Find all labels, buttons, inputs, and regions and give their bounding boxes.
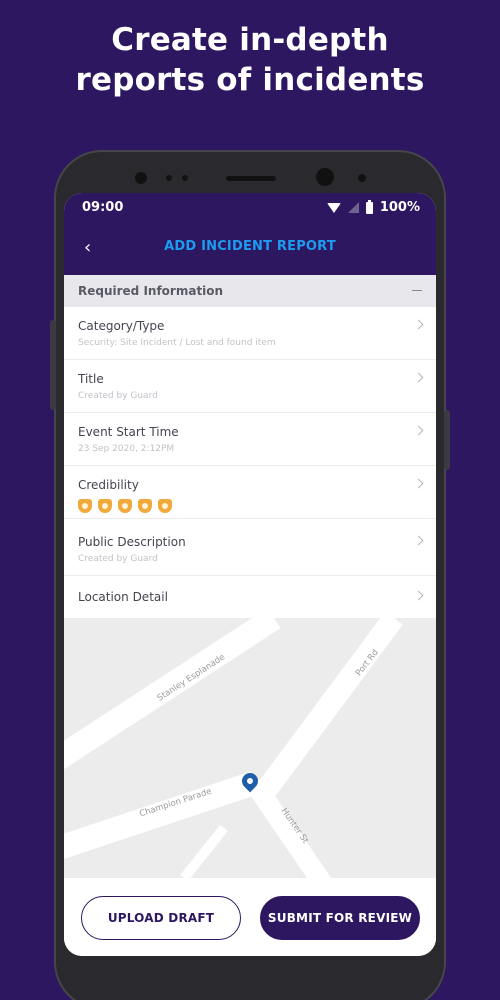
field-value: Created by Guard xyxy=(78,391,158,401)
chevron-right-icon xyxy=(413,319,424,330)
front-sensor-3 xyxy=(182,175,188,181)
status-time: 09:00 xyxy=(82,200,124,215)
section-label: Required Information xyxy=(78,284,224,298)
credibility-rating xyxy=(78,499,172,513)
battery-icon xyxy=(365,199,373,214)
front-sensor-2 xyxy=(166,175,172,181)
field-title: Location Detail xyxy=(78,590,168,604)
field-location-detail[interactable]: Location Detail xyxy=(64,578,436,618)
shield-badge-icon xyxy=(138,499,152,513)
map-roads xyxy=(64,618,403,878)
chevron-right-icon xyxy=(413,478,424,489)
field-title-row[interactable]: Title Created by Guard xyxy=(64,360,436,413)
chevron-right-icon xyxy=(413,425,424,436)
section-header-required[interactable]: Required Information xyxy=(64,275,436,307)
headline-line-2: reports of incidents xyxy=(75,62,425,98)
field-value: 23 Sep 2020, 2:12PM xyxy=(78,444,175,454)
field-title: Category/Type xyxy=(78,319,165,333)
chevron-right-icon xyxy=(413,372,424,383)
shield-badge-icon xyxy=(118,499,132,513)
page-title: ADD INCIDENT REPORT xyxy=(164,239,336,254)
collapse-icon[interactable] xyxy=(412,290,422,291)
chevron-right-icon xyxy=(413,590,424,601)
field-value: Security: Site Incident / Lost and found… xyxy=(78,338,276,348)
field-category-type[interactable]: Category/Type Security: Site Incident / … xyxy=(64,307,436,360)
app-bar: ‹ ADD INCIDENT REPORT xyxy=(64,223,436,275)
front-sensor-4 xyxy=(358,174,366,182)
battery-level: 100% xyxy=(379,200,420,215)
shield-badge-icon xyxy=(78,499,92,513)
field-value: Created by Guard xyxy=(78,554,158,564)
shield-badge-icon xyxy=(158,499,172,513)
action-bar: UPLOAD DRAFT SUBMIT FOR REVIEW xyxy=(64,878,436,956)
field-event-start-time[interactable]: Event Start Time 23 Sep 2020, 2:12PM xyxy=(64,413,436,466)
submit-for-review-button[interactable]: SUBMIT FOR REVIEW xyxy=(260,896,420,940)
front-sensor-1 xyxy=(135,172,147,184)
promo-headline: Create in-depth reports of incidents xyxy=(0,20,500,100)
phone-screen: 09:00 100% ‹ ADD INCIDENT REPORT Require… xyxy=(64,193,436,956)
field-title: Public Description xyxy=(78,535,186,549)
headline-line-1: Create in-depth xyxy=(111,22,389,58)
status-icons: 100% xyxy=(326,199,420,215)
field-title: Title xyxy=(78,372,104,386)
shield-badge-icon xyxy=(98,499,112,513)
front-camera xyxy=(316,168,334,186)
field-title: Credibility xyxy=(78,478,139,492)
location-map[interactable]: Stanley Esplanade Port Rd Champion Parad… xyxy=(64,618,436,878)
field-title: Event Start Time xyxy=(78,425,179,439)
signal-icon xyxy=(347,202,359,213)
upload-draft-button[interactable]: UPLOAD DRAFT xyxy=(81,896,241,940)
status-bar: 09:00 100% xyxy=(64,193,436,223)
field-public-description[interactable]: Public Description Created by Guard xyxy=(64,523,436,576)
wifi-icon xyxy=(326,202,341,213)
chevron-right-icon xyxy=(413,535,424,546)
earpiece-speaker xyxy=(226,176,276,181)
phone-side-button-right xyxy=(444,410,450,470)
phone-side-button-left xyxy=(50,320,56,410)
